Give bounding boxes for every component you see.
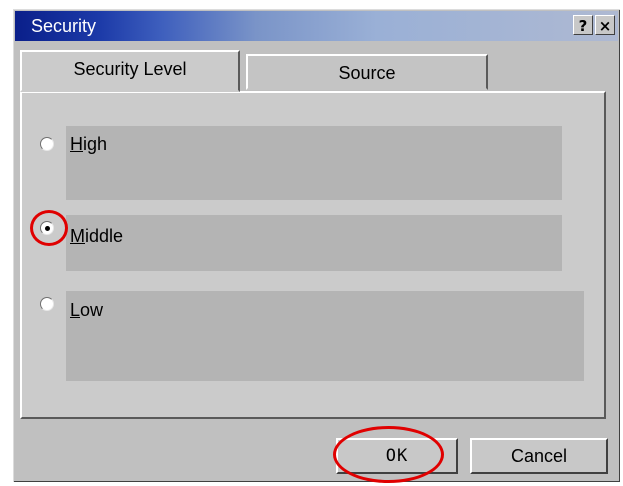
tab-security-level[interactable]: Security Level <box>20 50 240 92</box>
low-option-label[interactable]: Low <box>70 300 103 322</box>
middle-radio-highlight <box>30 210 68 246</box>
ok-button-highlight <box>333 426 444 483</box>
middle-option-label[interactable]: Middle <box>70 226 123 248</box>
tab-strip: Security Level Source <box>20 50 600 92</box>
title-bar[interactable]: Security ? × <box>15 11 618 41</box>
high-option-label[interactable]: High <box>70 134 107 156</box>
close-button[interactable]: × <box>595 15 615 35</box>
high-radio[interactable] <box>40 137 54 151</box>
high-description-box <box>66 126 562 200</box>
cancel-button[interactable]: Cancel <box>470 438 608 474</box>
window-title: Security <box>31 16 97 36</box>
low-description-box <box>66 291 584 381</box>
low-radio[interactable] <box>40 297 54 311</box>
tab-source[interactable]: Source <box>246 54 488 90</box>
middle-description-box <box>66 215 562 271</box>
help-button[interactable]: ? <box>573 15 593 35</box>
